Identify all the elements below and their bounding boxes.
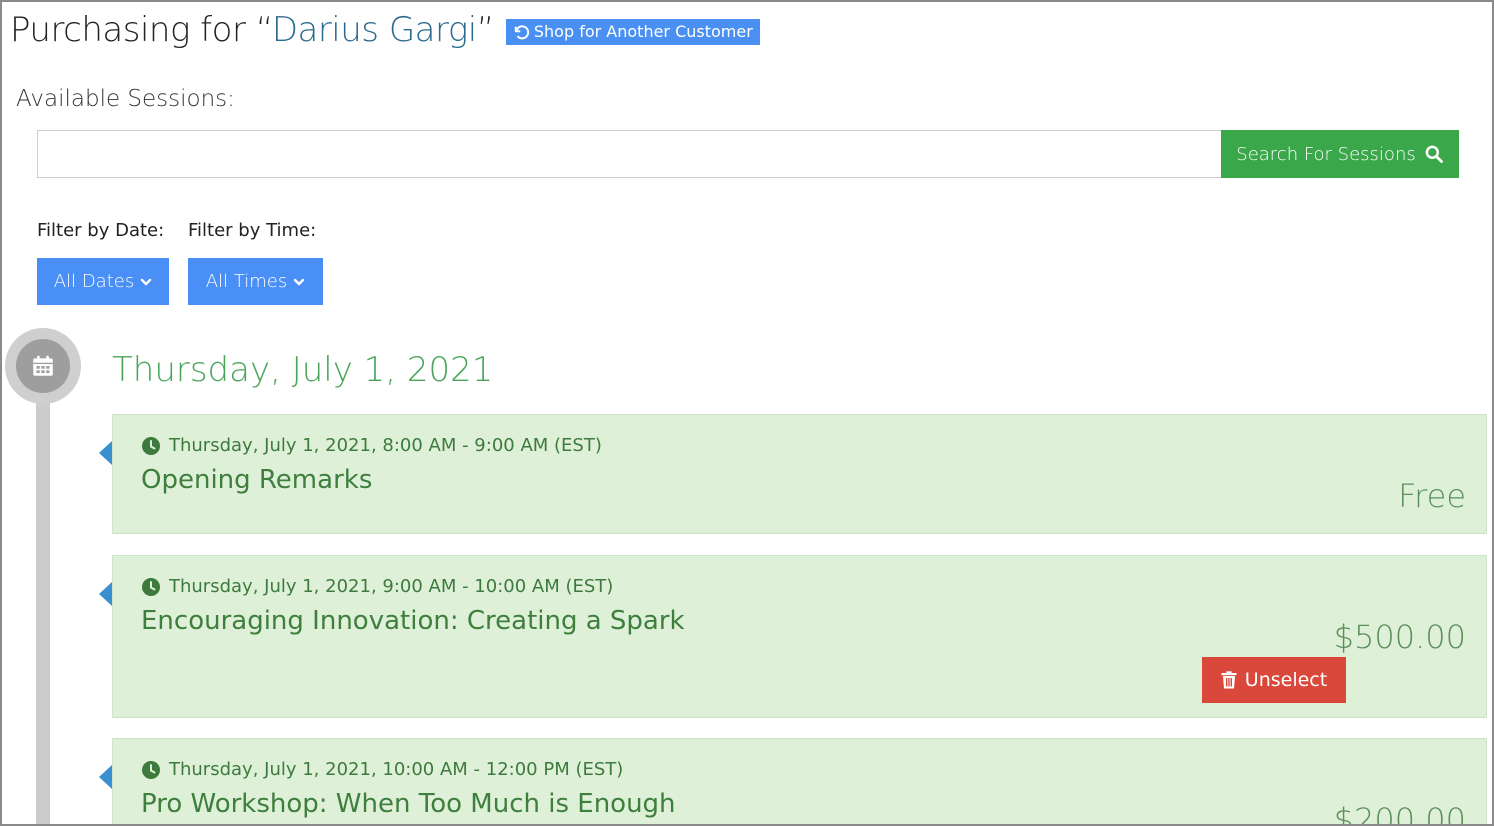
session-time: Thursday, July 1, 2021, 10:00 AM - 12:00…	[141, 759, 623, 780]
trash-icon	[1221, 671, 1237, 689]
page-title: Purchasing for “Darius Gargi”	[10, 10, 494, 50]
timeline-date-heading: Thursday, July 1, 2021	[112, 350, 494, 390]
timeline-marker-inner	[16, 339, 70, 393]
filter-date-value: All Dates	[53, 271, 135, 292]
clock-icon	[142, 577, 160, 596]
card-pointer	[99, 441, 112, 465]
session-price: $200.00	[1333, 801, 1466, 826]
title-suffix: ”	[476, 10, 495, 50]
shop-another-customer-button[interactable]: Shop for Another Customer	[505, 19, 760, 45]
session-search: Search For Sessions	[37, 130, 1459, 178]
timeline-line	[36, 362, 50, 824]
timeline-marker	[5, 328, 81, 404]
shop-another-customer-label: Shop for Another Customer	[533, 22, 753, 41]
unselect-button[interactable]: Unselect	[1202, 657, 1346, 703]
session-time: Thursday, July 1, 2021, 9:00 AM - 10:00 …	[141, 576, 613, 597]
session-time-text: Thursday, July 1, 2021, 8:00 AM - 9:00 A…	[169, 435, 602, 456]
session-search-input[interactable]	[37, 130, 1221, 178]
filter-time-dropdown[interactable]: All Times	[188, 258, 323, 305]
session-card[interactable]: Thursday, July 1, 2021, 10:00 AM - 12:00…	[99, 738, 1487, 826]
chevron-down-icon	[294, 278, 305, 285]
customer-name: Darius Gargi	[271, 10, 477, 50]
unselect-label: Unselect	[1244, 669, 1328, 691]
session-price: Free	[1398, 477, 1466, 515]
session-title: Encouraging Innovation: Creating a Spark	[141, 606, 685, 636]
undo-icon	[514, 24, 530, 39]
session-time-text: Thursday, July 1, 2021, 9:00 AM - 10:00 …	[169, 576, 614, 597]
card-pointer	[99, 765, 112, 789]
calendar-icon	[33, 355, 53, 376]
search-icon	[1425, 145, 1443, 163]
page-frame: Purchasing for “Darius Gargi” Shop for A…	[0, 0, 1494, 826]
filter-date-label: Filter by Date:	[37, 220, 165, 241]
title-prefix: Purchasing for “	[10, 10, 272, 50]
filter-time-label: Filter by Time:	[188, 220, 317, 241]
session-card[interactable]: Thursday, July 1, 2021, 8:00 AM - 9:00 A…	[99, 414, 1487, 534]
available-sessions-label: Available Sessions:	[16, 86, 235, 112]
session-title: Opening Remarks	[141, 465, 373, 495]
session-card-selected[interactable]: Thursday, July 1, 2021, 9:00 AM - 10:00 …	[99, 555, 1487, 718]
filter-date-dropdown[interactable]: All Dates	[37, 258, 169, 305]
card-pointer	[99, 582, 112, 606]
chevron-down-icon	[141, 278, 152, 285]
search-sessions-button[interactable]: Search For Sessions	[1221, 130, 1459, 178]
session-title: Pro Workshop: When Too Much is Enough	[141, 789, 676, 819]
filter-time-value: All Times	[205, 271, 288, 292]
clock-icon	[142, 436, 160, 455]
page-header: Purchasing for “Darius Gargi” Shop for A…	[10, 10, 760, 50]
session-time: Thursday, July 1, 2021, 8:00 AM - 9:00 A…	[141, 435, 602, 456]
clock-icon	[142, 760, 160, 779]
session-price: $500.00	[1333, 618, 1466, 656]
session-time-text: Thursday, July 1, 2021, 10:00 AM - 12:00…	[169, 759, 624, 780]
search-sessions-label: Search For Sessions	[1236, 143, 1416, 165]
